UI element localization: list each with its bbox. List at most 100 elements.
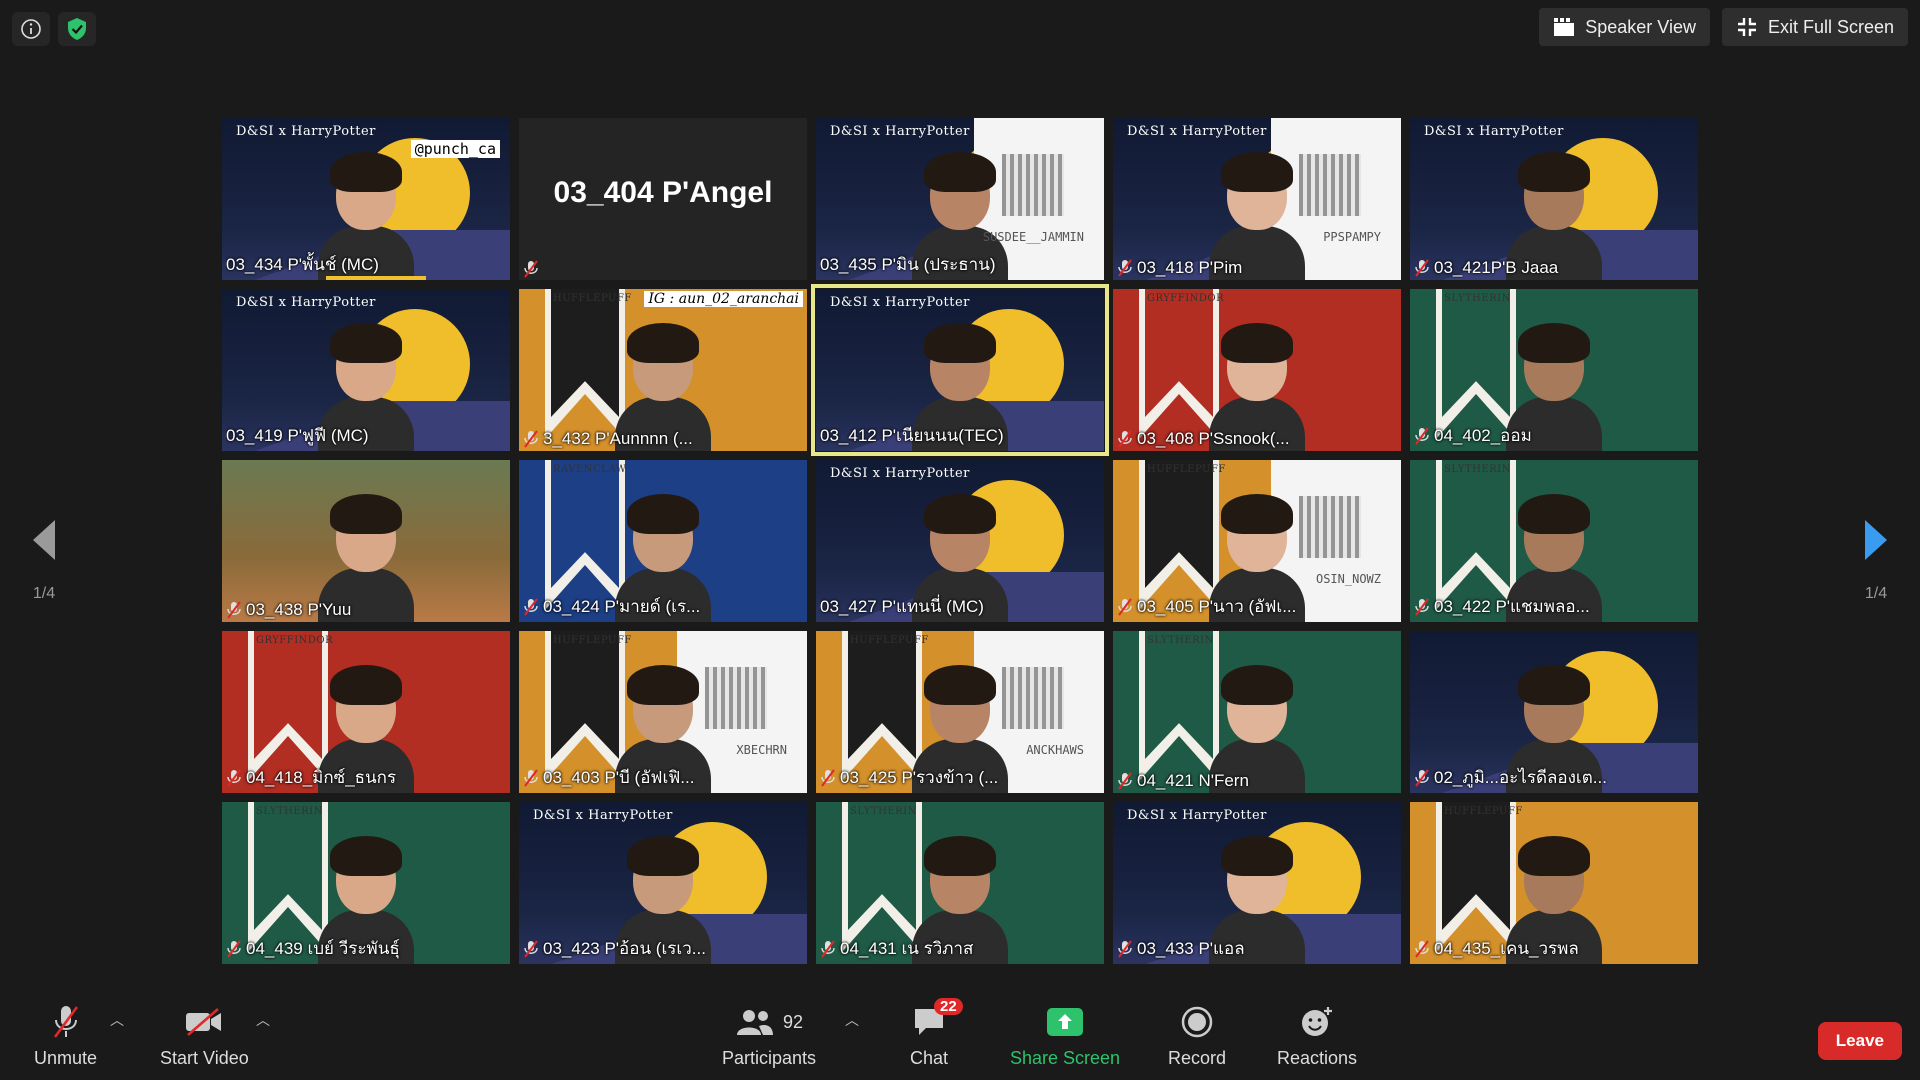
share-screen-button[interactable]: Share Screen — [1010, 1004, 1120, 1069]
meeting-info-button[interactable] — [12, 12, 50, 46]
participant-name: 03_425 P'รวงข้าว (... — [840, 768, 999, 787]
chat-button[interactable]: 22 Chat — [910, 998, 963, 1069]
arrow-right-icon — [1865, 520, 1887, 560]
participant-name-caption: 03_423 P'อ้อน (เรเว... — [523, 935, 803, 962]
house-name-label: HUFFLEPUFF — [1444, 806, 1523, 817]
participant-video-tile[interactable]: HUFFLEPUFF 04_435_เคน_วรพล — [1410, 802, 1698, 964]
participant-video-tile[interactable]: SLYTHERIN 04_431 เน รวิภาส — [816, 802, 1104, 964]
house-banner — [248, 631, 328, 781]
participant-video-tile[interactable]: 02_ภูมิ...อะไรดีลองเต... — [1410, 631, 1698, 793]
house-banner — [1139, 289, 1219, 439]
exit-full-screen-button[interactable]: Exit Full Screen — [1721, 8, 1908, 46]
muted-microphone-icon — [821, 939, 835, 958]
reactions-button[interactable]: Reactions — [1277, 1004, 1357, 1069]
participant-name: 03_412 P'เนียนนน(TEC) — [820, 426, 1004, 445]
participant-video-tile[interactable]: D&SI x HarryPotter 03_421P'B Jaaa — [1410, 118, 1698, 280]
next-page-nav[interactable]: 1/4 — [1856, 518, 1896, 603]
participant-name: 03_423 P'อ้อน (เรเว... — [543, 939, 706, 958]
participant-video-tile[interactable]: D&SI x HarryPotter 03_433 P'แอล — [1113, 802, 1401, 964]
participant-video-tile[interactable]: XBECHRN HUFFLEPUFF 03_403 P'บี (อัฟเฟิ... — [519, 631, 807, 793]
participant-video-tile[interactable]: D&SI x HarryPotter SUSDEE__JAMMIN 03_435 P… — [816, 118, 1104, 280]
participant-name-caption: 03_408 P'Ssnook(... — [1117, 429, 1397, 449]
participant-video-tile[interactable]: D&SI x HarryPotter 03_427 P'แทนนี่ (MC) — [816, 460, 1104, 622]
house-banner — [1139, 631, 1219, 781]
participant-video-tile[interactable]: SLYTHERIN 04_421 N'Fern — [1113, 631, 1401, 793]
chat-label: Chat — [910, 1048, 949, 1068]
house-banner — [842, 631, 922, 781]
security-button[interactable] — [58, 12, 96, 46]
participant-name-caption: 04_418_มิกซ์_ธนกร — [226, 764, 506, 791]
audio-options-caret[interactable]: ︿ — [110, 1010, 124, 1030]
background-brand-text: D&SI x HarryPotter — [236, 124, 376, 139]
participant-video-tile[interactable]: GRYFFINDOR 03_408 P'Ssnook(... — [1113, 289, 1401, 451]
qr-code-label: ANCKHAWS — [1026, 743, 1084, 757]
house-banner — [248, 802, 328, 952]
participant-video-tile[interactable]: SLYTHERIN 04_439 เบย์ วีระพันธุ์ — [222, 802, 510, 964]
video-camera-off-icon — [186, 1008, 222, 1036]
muted-microphone-icon — [1415, 597, 1429, 616]
speaker-view-button[interactable]: Speaker View — [1539, 8, 1710, 46]
house-banner-crest — [254, 631, 322, 759]
house-banner-crest — [551, 460, 619, 588]
participant-name-caption: 04_402_ออม — [1414, 422, 1694, 449]
participant-video-tile[interactable]: 03_404 P'Angel — [519, 118, 807, 280]
participant-name-caption: 03_438 P'Yuu — [226, 600, 506, 620]
participant-name-caption: 03_435 P'มิน (ประธาน) — [820, 251, 1100, 278]
leave-button[interactable]: Leave — [1817, 1022, 1902, 1060]
qr-code-label: SUSDEE__JAMMIN — [982, 230, 1084, 244]
house-banner-crest — [848, 631, 916, 759]
record-icon — [1181, 1006, 1213, 1038]
muted-microphone-icon — [227, 939, 241, 958]
house-name-label: SLYTHERIN — [850, 806, 917, 817]
participant-name-caption: 03_418 P'Pim — [1117, 258, 1397, 278]
participant-name-caption: 03_403 P'บี (อัฟเฟิ... — [523, 764, 803, 791]
participant-video-tile[interactable]: D&SI x HarryPotter 03_412 P'เนียนนน(TEC) — [811, 284, 1109, 456]
participant-video-tile[interactable]: GRYFFINDOR 04_418_มิกซ์_ธนกร — [222, 631, 510, 793]
participant-video-tile[interactable]: D&SI x HarryPotter PPSPAMPY 03_418 P'Pim — [1113, 118, 1401, 280]
house-banner — [1436, 289, 1516, 439]
participant-video-tile[interactable]: IG : aun_02_aranchai HUFFLEPUFF 3_432 P'Au… — [519, 289, 807, 451]
participant-video-tile[interactable]: SLYTHERIN 03_422 P'แชมพลอ... — [1410, 460, 1698, 622]
house-banner-crest — [1145, 631, 1213, 759]
house-banner-crest — [1442, 289, 1510, 417]
house-banner — [842, 802, 922, 952]
previous-page-nav[interactable]: 1/4 — [24, 518, 64, 603]
participant-name: 03_403 P'บี (อัฟเฟิ... — [543, 768, 695, 787]
participant-video-tile[interactable]: SLYTHERIN 04_402_ออม — [1410, 289, 1698, 451]
participant-name-caption: 03_424 P'มายด์ (เร... — [523, 593, 803, 620]
page-indicator-left: 1/4 — [32, 585, 56, 602]
muted-microphone-icon — [524, 768, 538, 787]
video-options-caret[interactable]: ︿ — [256, 1010, 270, 1030]
meeting-toolbar: Unmute ︿ Start Video ︿ 92 Participants ︿ — [0, 990, 1920, 1080]
participants-count: 92 — [783, 1011, 804, 1032]
participant-display-name: 03_404 P'Angel — [553, 176, 773, 209]
participant-video-tile[interactable]: 03_438 P'Yuu — [222, 460, 510, 622]
participant-video-tile[interactable]: ANCKHAWS HUFFLEPUFF 03_425 P'รวงข้าว (... — [816, 631, 1104, 793]
participant-video-tile[interactable]: D&SI x HarryPotter @punch_ca 03_434 P'พั้น… — [222, 118, 510, 280]
participant-name: 03_427 P'แทนนี่ (MC) — [820, 597, 984, 616]
start-video-button[interactable]: Start Video — [160, 1004, 249, 1069]
exit-full-screen-icon — [1737, 18, 1756, 36]
background-brand-text: D&SI x HarryPotter — [830, 295, 970, 310]
participant-video-tile[interactable]: D&SI x HarryPotter 03_419 P'ฟูฟี (MC) — [222, 289, 510, 451]
participant-name: 04_439 เบย์ วีระพันธุ์ — [246, 939, 400, 958]
house-name-label: SLYTHERIN — [1444, 464, 1511, 475]
house-banner-crest — [551, 631, 619, 759]
participant-name-caption: 03_433 P'แอล — [1117, 935, 1397, 962]
reactions-smiley-icon — [1302, 1007, 1333, 1036]
participant-name-caption: 03_405 P'นาว (อัฟเ... — [1117, 593, 1397, 620]
participants-options-caret[interactable]: ︿ — [845, 1010, 859, 1030]
house-banner — [1436, 460, 1516, 610]
record-button[interactable]: Record — [1168, 1004, 1226, 1069]
participant-name: 03_422 P'แชมพลอ... — [1434, 597, 1590, 616]
speaking-indicator — [326, 276, 426, 280]
unmute-button[interactable]: Unmute — [34, 1004, 97, 1069]
house-name-label: SLYTHERIN — [1147, 635, 1214, 646]
participant-video-tile[interactable]: D&SI x HarryPotter 03_423 P'อ้อน (เรเว... — [519, 802, 807, 964]
participant-video-tile[interactable]: RAVENCLAW 03_424 P'มายด์ (เร... — [519, 460, 807, 622]
participant-video-tile[interactable]: OSIN_NOWZ HUFFLEPUFF 03_405 P'นาว (อัฟเ... — [1113, 460, 1401, 622]
gallery-video-grid: D&SI x HarryPotter @punch_ca 03_434 P'พั้น… — [222, 118, 1698, 964]
exit-full-screen-label: Exit Full Screen — [1767, 16, 1894, 37]
house-name-label: HUFFLEPUFF — [850, 635, 929, 646]
participants-button[interactable]: 92 Participants — [722, 1004, 816, 1069]
